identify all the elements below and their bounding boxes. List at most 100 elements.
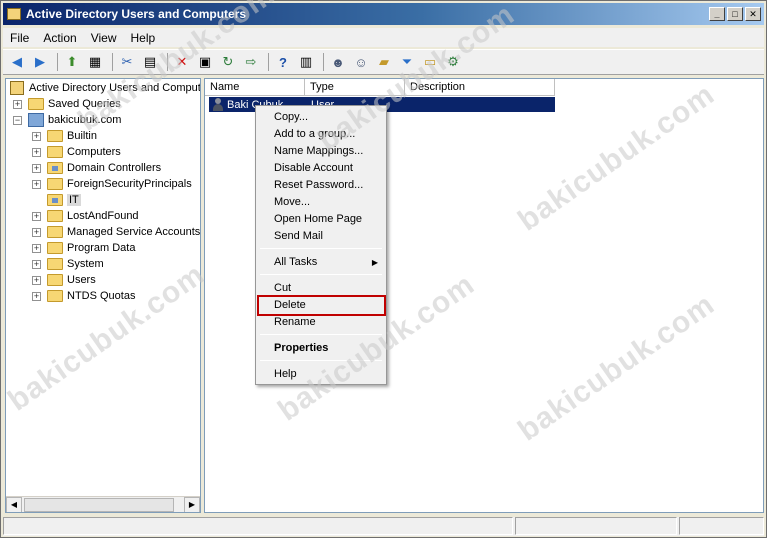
tree-root-label: Active Directory Users and Comput [29, 82, 201, 94]
title-bar[interactable]: Active Directory Users and Computers _ □… [3, 3, 764, 25]
app-window: Active Directory Users and Computers _ □… [0, 0, 767, 538]
menu-separator [260, 334, 382, 335]
tree-item-domain[interactable]: − bakicubuk.com [13, 112, 121, 128]
find-icon[interactable]: ▭ [420, 52, 440, 72]
cut-icon[interactable]: ✂ [117, 52, 137, 72]
scroll-left-icon[interactable]: ◀ [6, 496, 22, 512]
collapse-icon[interactable]: − [13, 115, 22, 125]
expand-icon[interactable]: + [32, 243, 41, 253]
up-icon[interactable]: ⬆ [62, 52, 82, 72]
column-header-name[interactable]: Name [205, 79, 305, 96]
help-icon[interactable]: ? [273, 52, 293, 72]
tree-item-builtin[interactable]: + Builtin [32, 128, 97, 144]
add-to-group-icon[interactable]: ⚙ [443, 52, 463, 72]
folder-icon [47, 258, 63, 270]
tree-item-ntds-quotas[interactable]: + NTDS Quotas [32, 288, 135, 304]
tree-item-label: Saved Queries [48, 98, 121, 110]
menu-action[interactable]: Action [36, 31, 83, 45]
back-icon[interactable]: ◀ [7, 52, 27, 72]
filter-icon[interactable]: ⏷ [397, 52, 417, 72]
expand-icon[interactable]: + [32, 131, 41, 141]
toolbar: ◀ ▶ ⬆ ▦ ✂ ▤ ✕ ▣ ↻ ⇨ ? ▥ ☻ ☺ ▰ ⏷ ▭ ⚙ [3, 49, 764, 75]
console-tree[interactable]: Active Directory Users and Comput + Save… [5, 78, 201, 513]
expand-icon[interactable]: + [32, 179, 41, 189]
tree-item-users[interactable]: + Users [32, 272, 96, 288]
expand-icon[interactable]: + [13, 99, 22, 109]
tree-horizontal-scrollbar[interactable]: ◀ ▶ [6, 496, 200, 512]
menu-item-all-tasks[interactable]: All Tasks ▶ [258, 254, 384, 271]
maximize-button[interactable]: □ [727, 7, 743, 21]
expand-icon[interactable]: + [32, 211, 41, 221]
expand-icon[interactable]: + [32, 147, 41, 157]
menu-item-add-to-group[interactable]: Add to a group... [258, 126, 384, 143]
status-pane-secondary [515, 517, 677, 535]
tree-item-system[interactable]: + System [32, 256, 104, 272]
delete-icon[interactable]: ✕ [172, 52, 192, 72]
forward-icon[interactable]: ▶ [30, 52, 50, 72]
menu-separator [260, 248, 382, 249]
expand-icon[interactable]: + [32, 227, 41, 237]
menu-view[interactable]: View [84, 31, 124, 45]
status-pane-tertiary [679, 517, 764, 535]
toolbar-separator [112, 53, 113, 71]
menu-item-move[interactable]: Move... [258, 194, 384, 211]
show-tree-icon[interactable]: ▦ [85, 52, 105, 72]
user-icon [212, 98, 224, 111]
tree-item-saved-queries[interactable]: + Saved Queries [13, 96, 121, 112]
folder-icon [47, 290, 63, 302]
copy-icon[interactable]: ▤ [140, 52, 160, 72]
expand-icon[interactable]: + [32, 259, 41, 269]
tree-item-foreign-security-principals[interactable]: + ForeignSecurityPrincipals [32, 176, 192, 192]
tree-item-label: Domain Controllers [67, 162, 162, 174]
tree-item-managed-service-accounts[interactable]: + Managed Service Accounts [32, 224, 200, 240]
tree-item-computers[interactable]: + Computers [32, 144, 121, 160]
domain-icon [28, 113, 44, 127]
new-group-icon[interactable]: ▰ [374, 52, 394, 72]
minimize-button[interactable]: _ [709, 7, 725, 21]
menu-item-name-mappings[interactable]: Name Mappings... [258, 143, 384, 160]
refresh-icon[interactable]: ↻ [218, 52, 238, 72]
close-button[interactable]: ✕ [745, 7, 761, 21]
toolbar-separator [268, 53, 269, 71]
folder-icon [47, 226, 63, 238]
menu-item-all-tasks-label: All Tasks [274, 256, 318, 268]
tree-root[interactable]: Active Directory Users and Comput [10, 80, 201, 96]
export-icon[interactable]: ⇨ [241, 52, 261, 72]
users-icon[interactable]: ☻ [328, 52, 348, 72]
expand-icon[interactable]: + [32, 163, 41, 173]
menu-item-open-home-page[interactable]: Open Home Page [258, 211, 384, 228]
menu-item-rename[interactable]: Rename [258, 314, 384, 331]
new-user-icon[interactable]: ☺ [351, 52, 371, 72]
menu-file[interactable]: File [3, 31, 36, 45]
tree-item-label: Managed Service Accounts [67, 226, 201, 238]
menu-item-cut[interactable]: Cut [258, 280, 384, 297]
properties-icon[interactable]: ▣ [195, 52, 215, 72]
scroll-right-icon[interactable]: ▶ [184, 496, 200, 512]
status-pane-main [3, 517, 513, 535]
menu-item-copy[interactable]: Copy... [258, 109, 384, 126]
submenu-arrow-icon: ▶ [371, 258, 378, 267]
tree-item-it[interactable]: IT [32, 192, 81, 208]
menu-item-help[interactable]: Help [258, 366, 384, 383]
expand-icon[interactable]: + [32, 275, 41, 285]
scroll-thumb[interactable] [24, 497, 174, 512]
column-header-description[interactable]: Description [405, 79, 555, 96]
menu-item-reset-password[interactable]: Reset Password... [258, 177, 384, 194]
menu-bar: File Action View Help [3, 28, 764, 47]
menu-item-disable-account[interactable]: Disable Account [258, 160, 384, 177]
menu-item-send-mail[interactable]: Send Mail [258, 228, 384, 245]
expand-icon[interactable]: + [32, 291, 41, 301]
tree-item-domain-controllers[interactable]: + Domain Controllers [32, 160, 161, 176]
tree-item-program-data[interactable]: + Program Data [32, 240, 135, 256]
status-bar [3, 517, 764, 536]
folder-icon [47, 242, 63, 254]
menu-item-delete[interactable]: Delete [258, 297, 384, 314]
ou-folder-icon [47, 194, 63, 206]
console-help-icon[interactable]: ▥ [296, 52, 316, 72]
tree-item-label: IT [67, 194, 81, 206]
tree-item-lost-and-found[interactable]: + LostAndFound [32, 208, 139, 224]
tree-item-label: bakicubuk.com [48, 114, 122, 126]
column-header-type[interactable]: Type [305, 79, 405, 96]
menu-help[interactable]: Help [124, 31, 163, 45]
menu-item-properties[interactable]: Properties [258, 340, 384, 357]
